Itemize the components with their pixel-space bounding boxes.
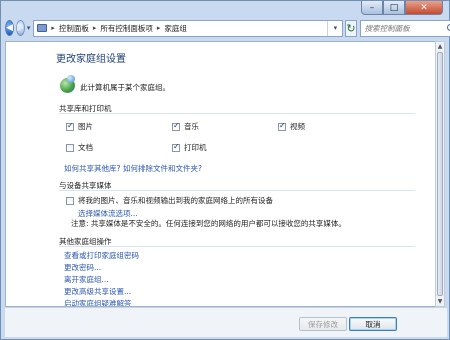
checkbox-label: 打印机 bbox=[184, 143, 207, 152]
breadcrumb-homegroup[interactable]: 家庭组 bbox=[164, 23, 187, 34]
scroll-up-icon[interactable]: ▲ bbox=[436, 42, 444, 51]
checkbox-printers[interactable]: 打印机 bbox=[172, 142, 207, 153]
page-title: 更改家庭组设置 bbox=[56, 54, 126, 65]
main-content: 更改家庭组设置 此计算机属于某个家庭组。 共享库和打印机 图片 音乐 视频 文档… bbox=[5, 41, 437, 307]
vertical-scrollbar[interactable]: ▲ ▼ bbox=[435, 41, 445, 307]
back-button[interactable]: ◀ bbox=[5, 20, 14, 36]
checkbox-label: 视频 bbox=[290, 122, 305, 131]
homegroup-status: 此计算机属于某个家庭组。 bbox=[80, 83, 170, 92]
window-controls: – □ ✕ bbox=[361, 1, 443, 15]
checkbox-box[interactable] bbox=[172, 142, 180, 152]
link-view-password[interactable]: 查看或打印家庭组密码 bbox=[64, 250, 139, 261]
control-panel-window: – □ ✕ ◀ ▶ ▾ ▸ 控制面板 ▸ 所有控制面板项 ▸ 家庭组 ▾ ↻ 更… bbox=[0, 0, 450, 340]
link-leave-homegroup[interactable]: 离开家庭组... bbox=[64, 274, 109, 285]
checkbox-label: 文档 bbox=[78, 143, 93, 152]
divider bbox=[59, 246, 415, 247]
breadcrumb-control-panel[interactable]: 控制面板 bbox=[59, 23, 89, 34]
refresh-button[interactable]: ↻ bbox=[345, 19, 357, 37]
recent-pages-dropdown[interactable]: ▾ bbox=[27, 24, 31, 32]
checkbox-label: 将我的图片、音乐和视频输出到我的家庭网络上的所有设备 bbox=[78, 196, 273, 205]
forward-button[interactable]: ▶ bbox=[15, 20, 25, 36]
close-button[interactable]: ✕ bbox=[405, 1, 443, 15]
checkbox-box[interactable] bbox=[66, 121, 74, 131]
address-dropdown-button[interactable]: ▾ bbox=[327, 20, 342, 36]
homegroup-icon bbox=[60, 75, 75, 93]
checkbox-music[interactable]: 音乐 bbox=[172, 121, 199, 132]
checkbox-videos[interactable]: 视频 bbox=[278, 121, 305, 132]
scroll-thumb[interactable] bbox=[437, 52, 443, 296]
checkbox-box[interactable] bbox=[172, 121, 180, 131]
link-advanced-sharing[interactable]: 更改高级共享设置... bbox=[64, 286, 131, 297]
link-troubleshooter[interactable]: 启动家庭组疑难解答 bbox=[64, 298, 132, 306]
control-panel-icon bbox=[37, 24, 48, 32]
breadcrumb-separator[interactable]: ▸ bbox=[51, 24, 55, 32]
media-security-note: 注意: 共享媒体是不安全的。任何连接到您的网络的用户都可以接收您的共享媒体。 bbox=[71, 219, 346, 228]
breadcrumb-separator[interactable]: ▸ bbox=[93, 24, 97, 32]
checkbox-box[interactable] bbox=[66, 196, 74, 205]
link-change-password[interactable]: 更改密码... bbox=[64, 262, 101, 273]
save-changes-button[interactable]: 保存修改 bbox=[299, 317, 347, 331]
checkbox-documents[interactable]: 文档 bbox=[66, 142, 93, 153]
checkbox-label: 音乐 bbox=[184, 122, 199, 131]
breadcrumb-separator[interactable]: ▸ bbox=[157, 24, 161, 32]
checkbox-stream-media[interactable]: 将我的图片、音乐和视频输出到我的家庭网络上的所有设备 bbox=[66, 195, 273, 206]
scroll-down-icon[interactable]: ▼ bbox=[436, 297, 444, 306]
link-exclude-files[interactable]: 如何排除文件和文件夹? bbox=[123, 163, 202, 174]
search-box[interactable] bbox=[359, 19, 450, 37]
checkbox-box[interactable] bbox=[278, 121, 286, 131]
link-share-other-libraries[interactable]: 如何共享其他库? bbox=[64, 163, 120, 174]
checkbox-pictures[interactable]: 图片 bbox=[66, 121, 93, 132]
breadcrumb-all-items[interactable]: 所有控制面板项 bbox=[100, 23, 153, 34]
checkbox-box[interactable] bbox=[66, 143, 74, 152]
checkbox-label: 图片 bbox=[78, 122, 93, 131]
divider bbox=[59, 113, 415, 114]
minimize-button[interactable]: – bbox=[361, 1, 383, 15]
search-input[interactable] bbox=[360, 20, 450, 36]
maximize-button[interactable]: □ bbox=[383, 1, 405, 15]
search-icon[interactable] bbox=[446, 23, 450, 31]
cancel-button[interactable]: 取消 bbox=[349, 317, 397, 331]
address-bar[interactable]: ▸ 控制面板 ▸ 所有控制面板项 ▸ 家庭组 ▾ bbox=[33, 19, 344, 37]
navigation-bar: ◀ ▶ ▾ ▸ 控制面板 ▸ 所有控制面板项 ▸ 家庭组 ▾ ↻ bbox=[5, 17, 450, 39]
button-bar: 保存修改 取消 bbox=[5, 307, 447, 337]
divider bbox=[59, 190, 415, 191]
